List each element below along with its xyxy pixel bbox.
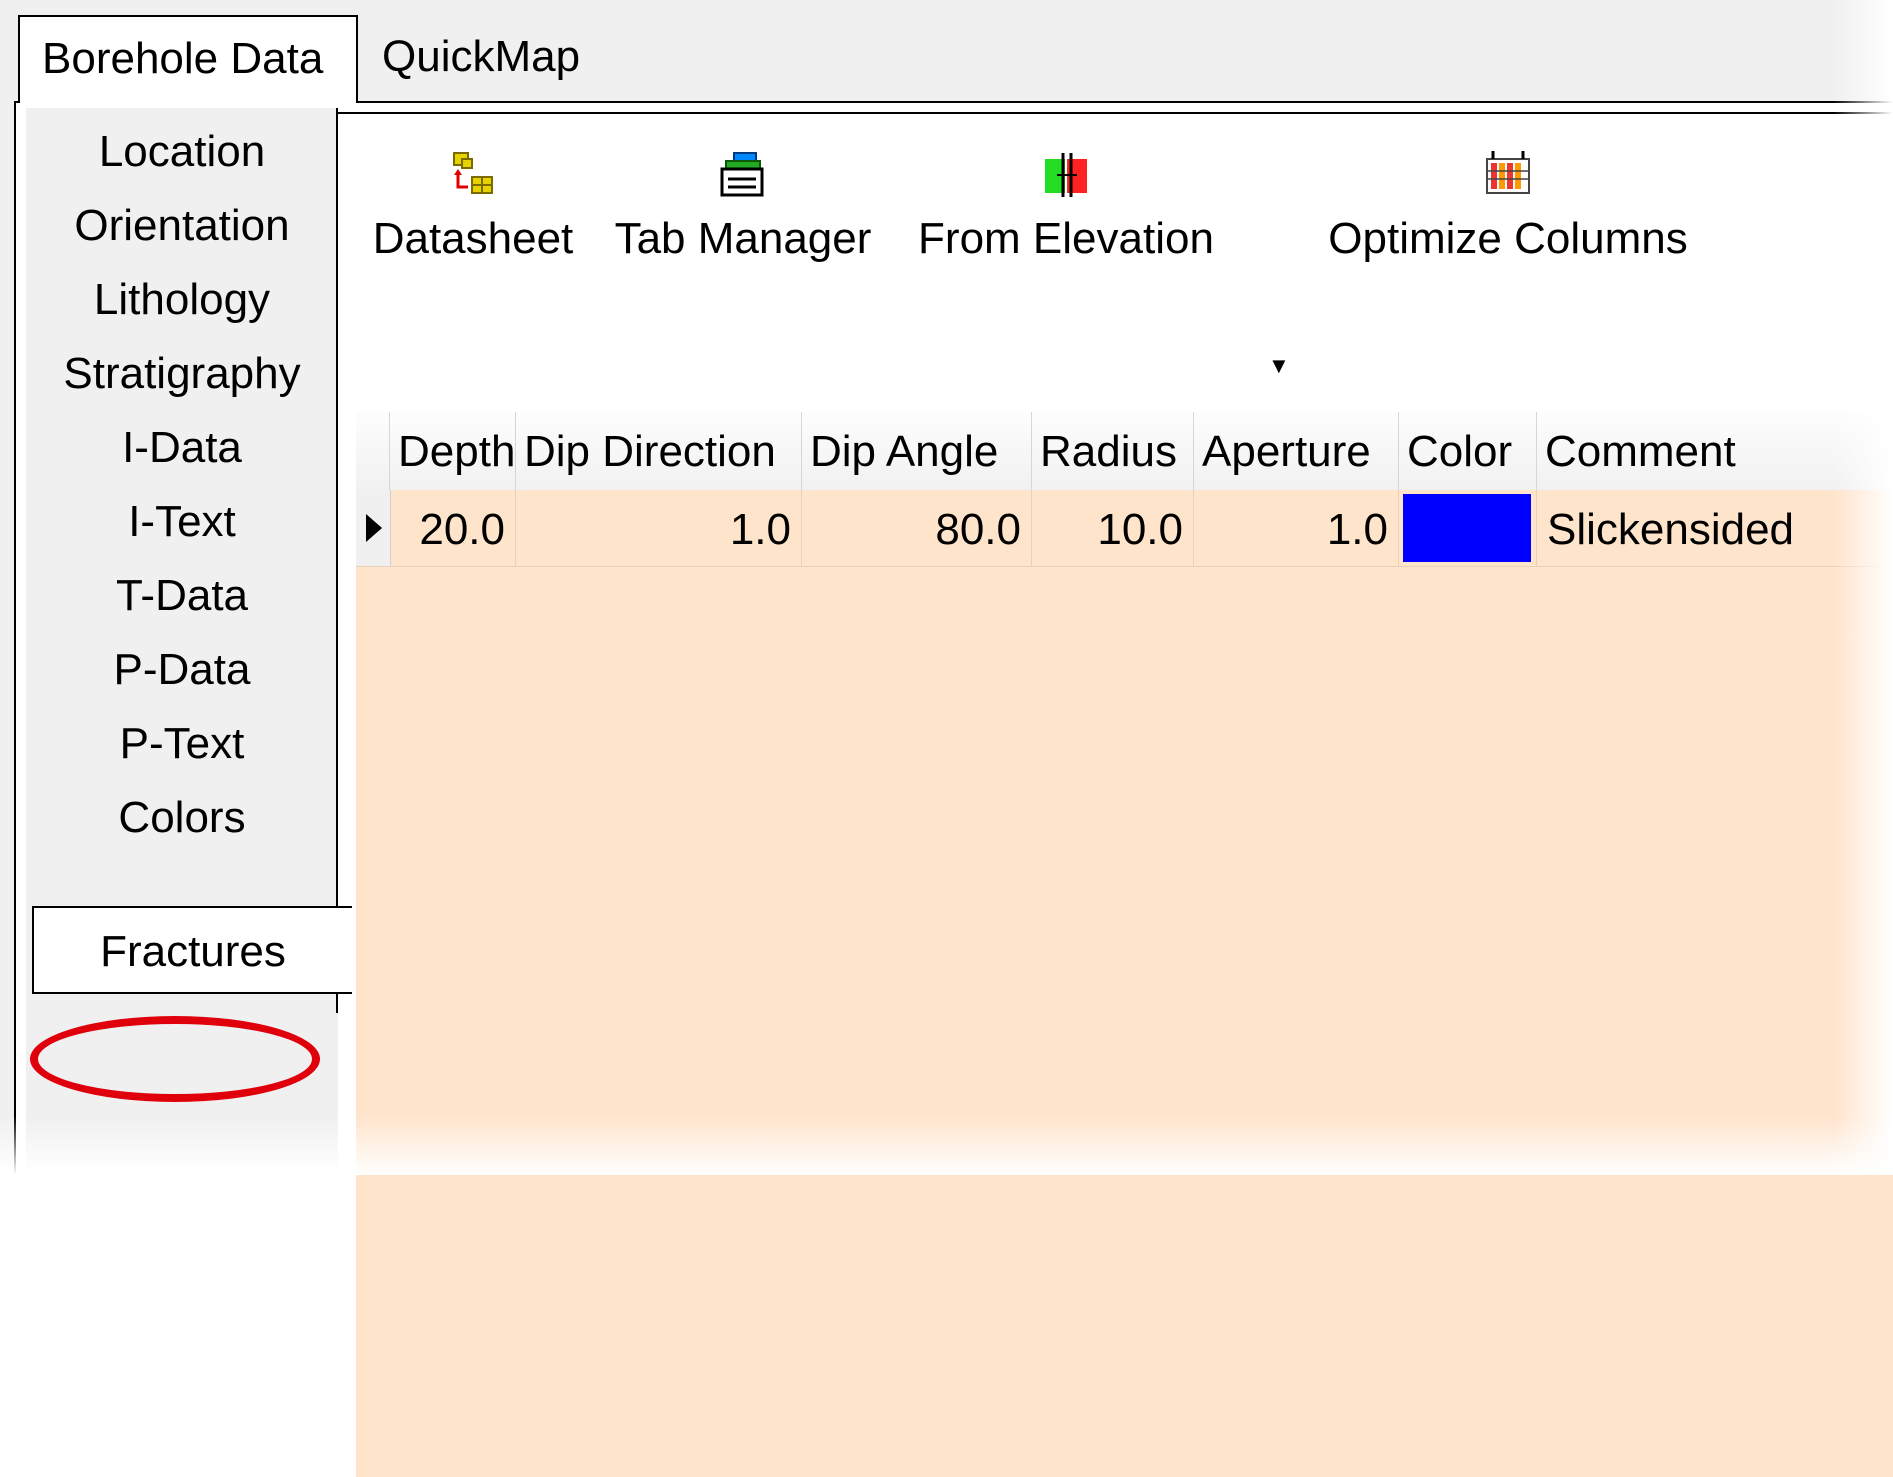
edge-fade-bottom [0, 1115, 1893, 1175]
tab-manager-icon [720, 152, 764, 197]
column-header-radius[interactable]: Radius [1032, 412, 1194, 490]
elevation-icon [1045, 153, 1087, 197]
current-row-arrow-icon [366, 514, 382, 542]
grid-corner [356, 412, 390, 490]
edge-fade-right [1833, 0, 1893, 1175]
top-tab-strip: Borehole Data QuickMap [0, 0, 1893, 110]
cell-depth[interactable]: 20.0 [390, 490, 516, 566]
cell-color[interactable] [1399, 490, 1537, 566]
column-header-dip-angle[interactable]: Dip Angle [802, 412, 1032, 490]
grid-header: Depth Dip Direction Dip Angle Radius Ape… [356, 412, 1893, 491]
column-header-dip-direction[interactable]: Dip Direction [516, 412, 802, 490]
grid-body: 20.0 1.0 80.0 10.0 1.0 Slickensided [356, 490, 1893, 1477]
highlight-ellipse [30, 1016, 320, 1102]
chevron-down-icon[interactable]: ▼ [1268, 353, 1290, 379]
fractures-panel: Datasheet Tab Manager From Elevation ▼ O… [338, 112, 1893, 1477]
side-tab-list: Location Orientation Lithology Stratigra… [26, 108, 352, 1175]
cell-dip-angle[interactable]: 80.0 [802, 490, 1032, 566]
datasheet-label: Datasheet [372, 214, 574, 263]
row-header[interactable] [356, 490, 391, 566]
datasheet-icon [453, 152, 493, 194]
optimize-columns-label: Optimize Columns [1328, 214, 1688, 263]
cell-dip-direction[interactable]: 1.0 [516, 490, 802, 566]
side-tab-fractures[interactable]: Fractures [32, 906, 352, 994]
tab-quickmap[interactable]: QuickMap [360, 15, 620, 99]
column-header-color[interactable]: Color [1399, 412, 1537, 490]
table-row[interactable]: 20.0 1.0 80.0 10.0 1.0 Slickensided [356, 490, 1893, 567]
borehole-window: Borehole Data QuickMap Location Orientat… [0, 0, 1893, 1477]
from-elevation-button[interactable]: From Elevation [906, 149, 1226, 389]
optimize-columns-icon [1486, 151, 1530, 194]
cell-radius[interactable]: 10.0 [1032, 490, 1194, 566]
column-header-depth[interactable]: Depth [390, 412, 516, 490]
from-elevation-label: From Elevation [918, 214, 1214, 263]
side-tab-colors[interactable]: Colors [26, 774, 338, 862]
tab-borehole-data[interactable]: Borehole Data [18, 15, 358, 103]
toolbar: Datasheet Tab Manager From Elevation ▼ O… [338, 149, 1893, 389]
cell-aperture[interactable]: 1.0 [1194, 490, 1399, 566]
tab-manager-label: Tab Manager [614, 214, 872, 263]
column-header-aperture[interactable]: Aperture [1194, 412, 1399, 490]
tab-manager-button[interactable]: Tab Manager [603, 149, 883, 389]
color-swatch [1403, 494, 1531, 562]
optimize-columns-button[interactable]: Optimize Columns [1298, 149, 1718, 389]
datasheet-button[interactable]: Datasheet [368, 149, 578, 389]
